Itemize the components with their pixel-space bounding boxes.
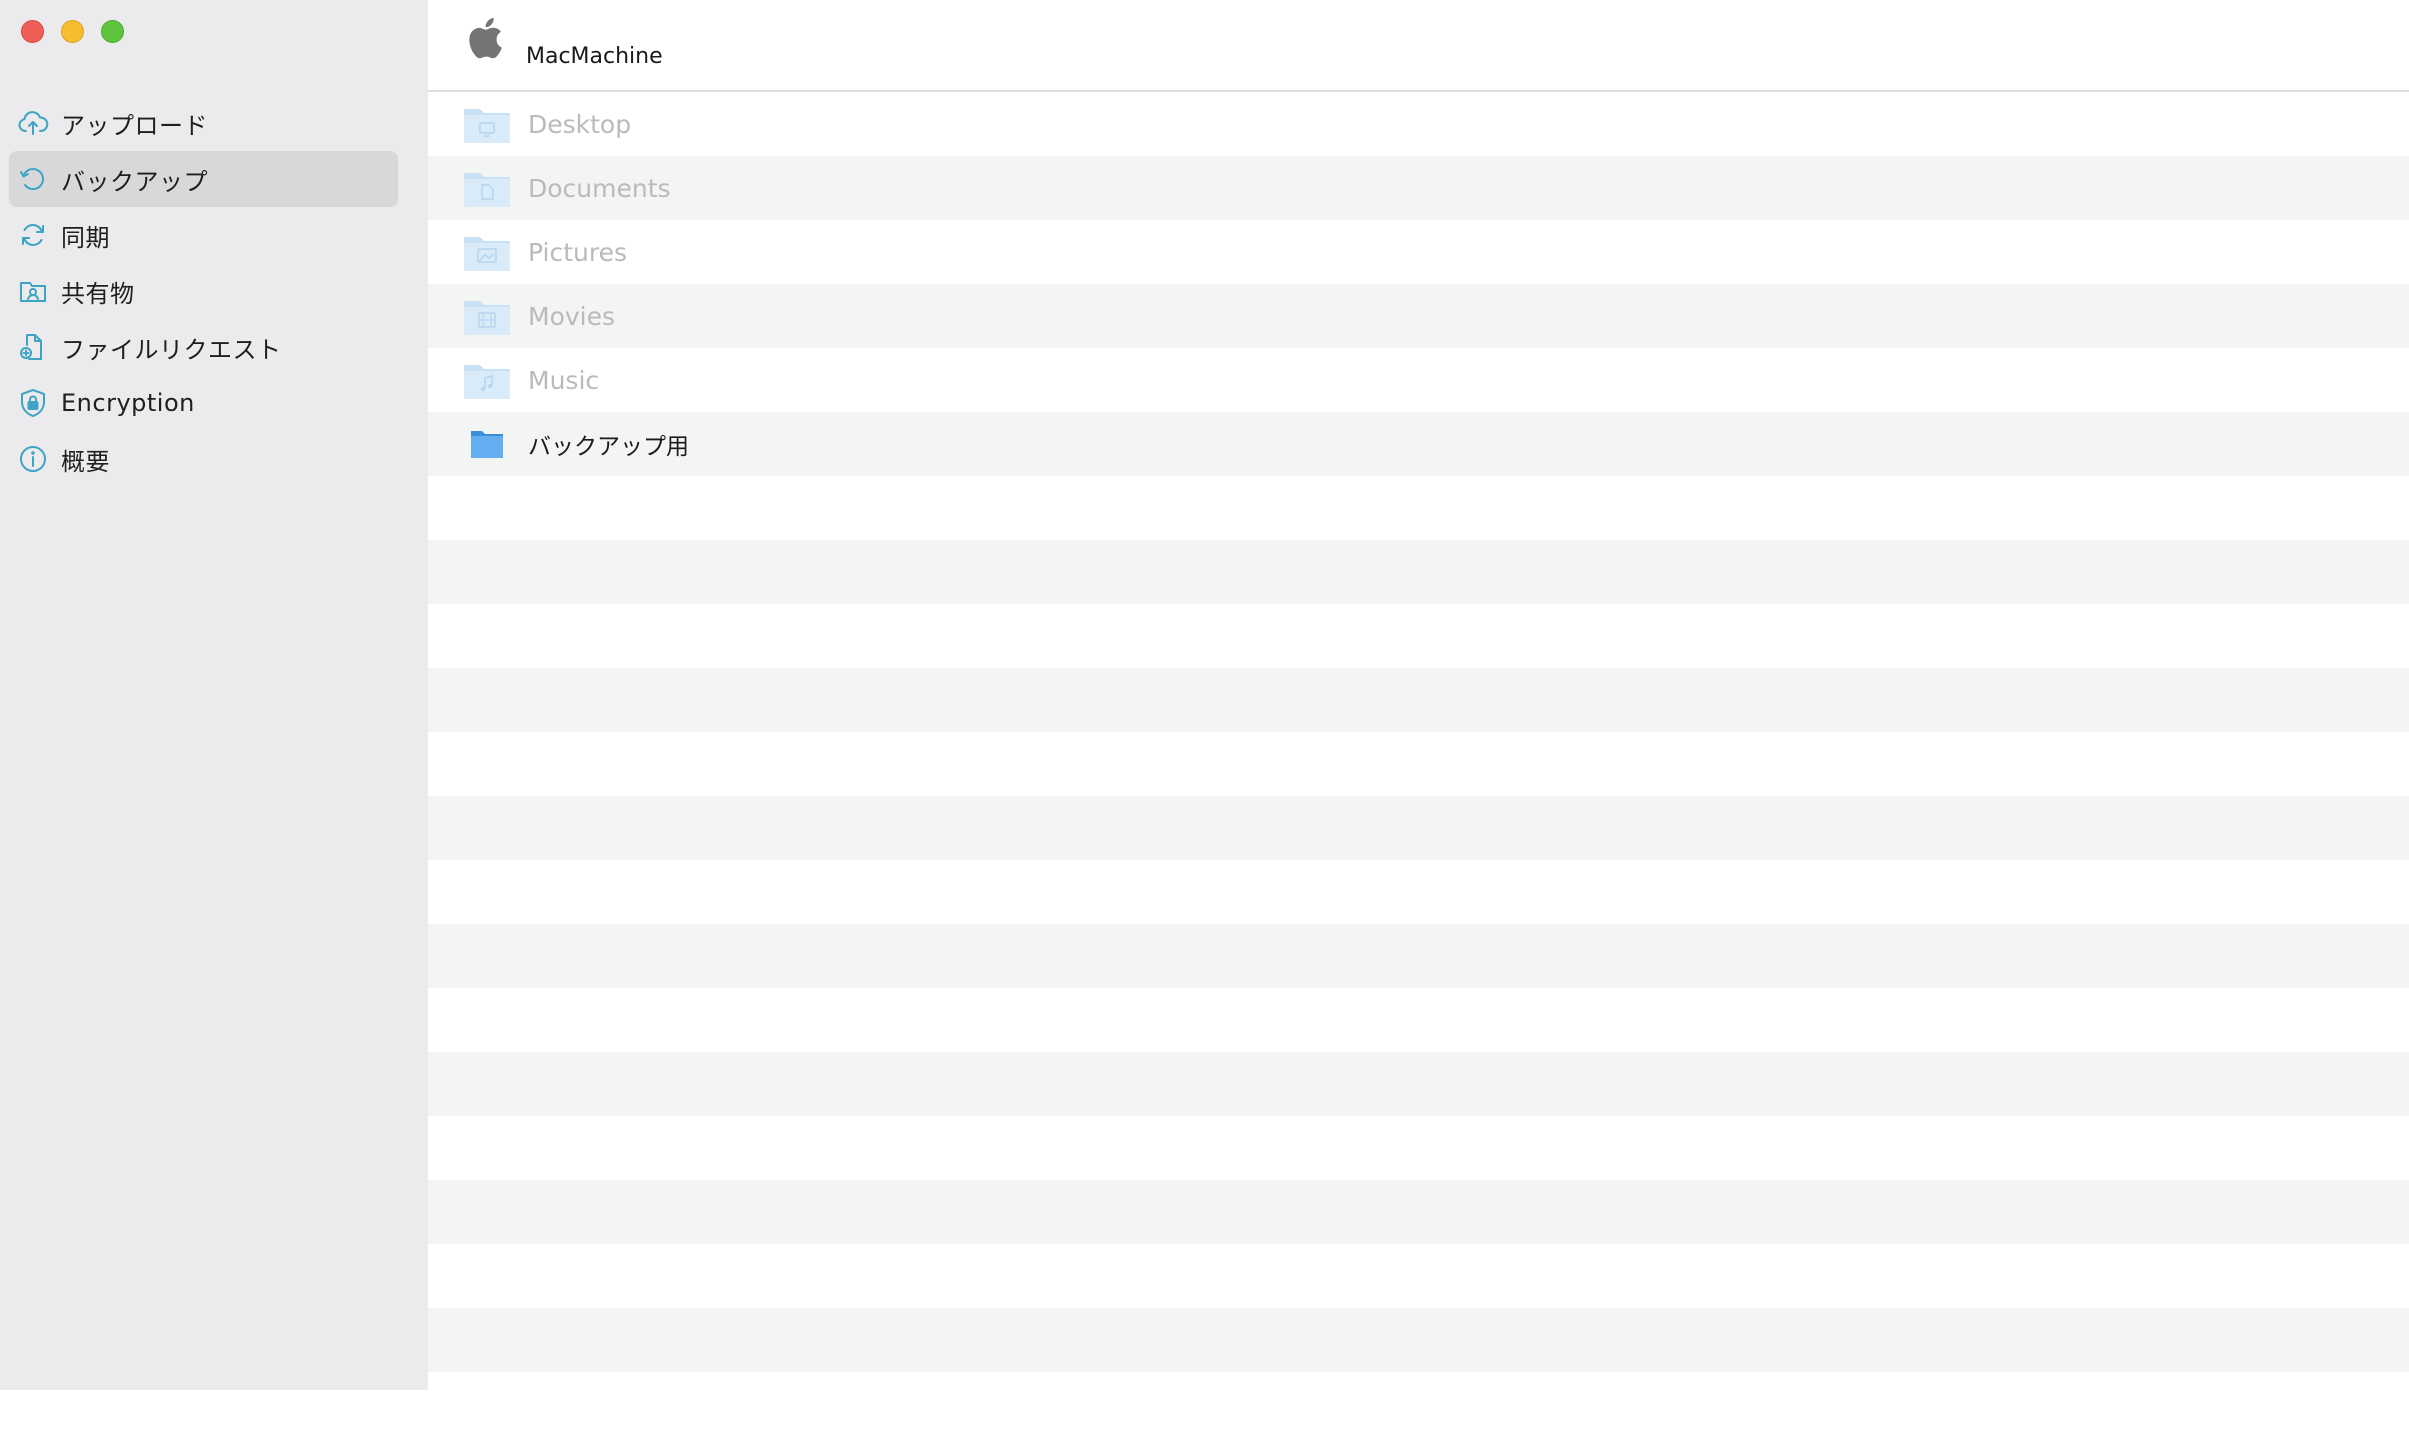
window-controls	[21, 20, 124, 43]
shield-lock-icon	[17, 387, 49, 419]
sidebar-nav: アップロード バックアップ 同期 共有物 ファイルリクエスト Encryptio…	[9, 95, 398, 487]
sidebar-item-file-request[interactable]: ファイルリクエスト	[9, 319, 398, 375]
empty-row	[428, 604, 2409, 668]
sidebar-item-label: 概要	[61, 447, 110, 476]
desktop-folder-icon	[462, 99, 512, 149]
sync-icon	[17, 219, 49, 251]
backup-history-icon	[17, 163, 49, 195]
sidebar-item-label: アップロード	[61, 111, 208, 140]
pictures-folder-icon	[462, 227, 512, 277]
folder-label: Desktop	[528, 109, 632, 139]
folder-row-music[interactable]: Music	[428, 348, 2409, 412]
sidebar-item-upload[interactable]: アップロード	[9, 95, 398, 151]
shared-folder-icon	[17, 275, 49, 307]
empty-row	[428, 540, 2409, 604]
device-name: MacMachine	[526, 43, 663, 69]
movies-folder-icon	[462, 291, 512, 341]
empty-row	[428, 1116, 2409, 1180]
folder-label: Documents	[528, 173, 671, 203]
device-header: MacMachine	[428, 0, 2409, 92]
sidebar-item-label: Encryption	[61, 389, 195, 417]
empty-row	[428, 476, 2409, 540]
sidebar-item-shared[interactable]: 共有物	[9, 263, 398, 319]
sidebar-item-overview[interactable]: 概要	[9, 431, 398, 487]
sidebar-item-sync[interactable]: 同期	[9, 207, 398, 263]
apple-logo-icon	[469, 18, 502, 59]
sidebar-item-label: バックアップ	[61, 167, 208, 196]
empty-row	[428, 732, 2409, 796]
empty-row	[428, 1052, 2409, 1116]
folder-list: Desktop Documents Pictures Movies Music …	[428, 92, 2409, 1390]
folder-label: Pictures	[528, 237, 627, 267]
maximize-window-button[interactable]	[101, 20, 124, 43]
sidebar: アップロード バックアップ 同期 共有物 ファイルリクエスト Encryptio…	[0, 0, 428, 1390]
empty-row	[428, 924, 2409, 988]
folder-row-movies[interactable]: Movies	[428, 284, 2409, 348]
app-window: アップロード バックアップ 同期 共有物 ファイルリクエスト Encryptio…	[0, 0, 2409, 1390]
folder-row-pictures[interactable]: Pictures	[428, 220, 2409, 284]
empty-row	[428, 1244, 2409, 1308]
empty-row	[428, 1180, 2409, 1244]
empty-row	[428, 668, 2409, 732]
file-request-icon	[17, 331, 49, 363]
empty-row	[428, 988, 2409, 1052]
sidebar-item-backup[interactable]: バックアップ	[9, 151, 398, 207]
empty-row	[428, 1308, 2409, 1372]
close-window-button[interactable]	[21, 20, 44, 43]
folder-label: Movies	[528, 301, 616, 331]
folder-row-desktop[interactable]: Desktop	[428, 92, 2409, 156]
folder-icon	[462, 419, 512, 469]
folder-label: Music	[528, 365, 600, 395]
folder-row-backup[interactable]: バックアップ用	[428, 412, 2409, 476]
folder-row-documents[interactable]: Documents	[428, 156, 2409, 220]
minimize-window-button[interactable]	[61, 20, 84, 43]
cloud-upload-icon	[17, 107, 49, 139]
folder-label: バックアップ用	[528, 434, 689, 460]
empty-row	[428, 860, 2409, 924]
empty-row	[428, 796, 2409, 860]
sidebar-item-encryption[interactable]: Encryption	[9, 375, 398, 431]
sidebar-item-label: 同期	[61, 223, 110, 252]
music-folder-icon	[462, 355, 512, 405]
info-icon	[17, 443, 49, 475]
sidebar-item-label: 共有物	[61, 279, 135, 308]
sidebar-item-label: ファイルリクエスト	[61, 335, 282, 364]
main-panel: MacMachine Desktop Documents Pictures Mo…	[428, 0, 2409, 1390]
empty-row	[428, 1372, 2409, 1436]
documents-folder-icon	[462, 163, 512, 213]
